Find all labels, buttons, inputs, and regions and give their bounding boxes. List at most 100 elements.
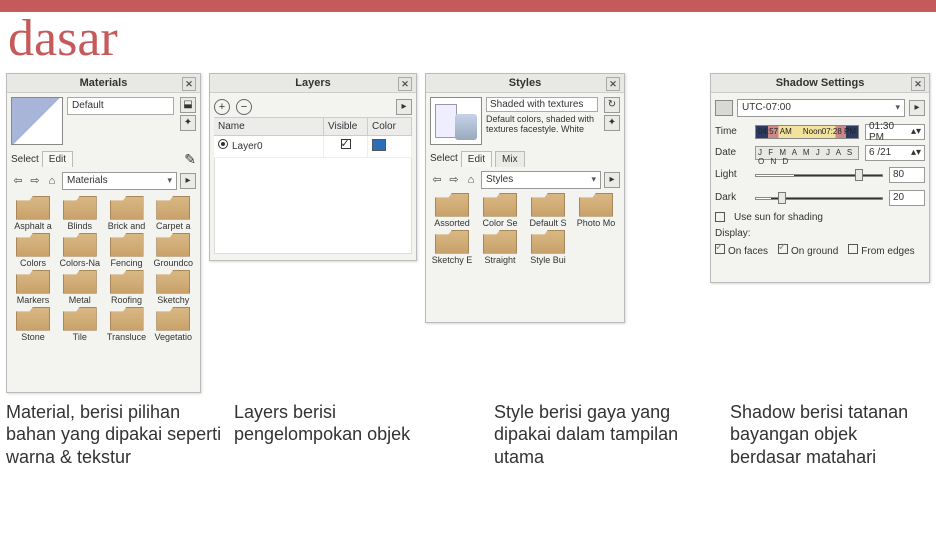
caption-material: Material, berisi pilihan bahan yang dipa…: [6, 401, 226, 469]
add-layer-button[interactable]: +: [214, 99, 230, 115]
caption-layers: Layers berisi pengelompokan objek: [234, 401, 434, 469]
date-slider[interactable]: J F M A M J J A S O N D: [755, 146, 859, 160]
time-value: 01:30 PM: [869, 121, 911, 143]
date-value-field[interactable]: 6 /21▴▾: [865, 145, 925, 161]
style-folder[interactable]: Default S: [526, 193, 570, 228]
style-folder[interactable]: Sketchy E: [430, 230, 474, 265]
material-folder[interactable]: Groundco: [151, 233, 195, 268]
update-style-button[interactable]: ↻: [604, 97, 620, 113]
layers-menu-icon[interactable]: ▸: [396, 99, 412, 115]
on-faces-label: On faces: [728, 246, 768, 257]
col-visible[interactable]: Visible: [324, 118, 368, 135]
create-material-button[interactable]: ✦: [180, 115, 196, 131]
material-folder[interactable]: Sketchy: [151, 270, 195, 305]
material-folder[interactable]: Colors-Na: [58, 233, 102, 268]
home-icon[interactable]: ⌂: [45, 175, 59, 187]
style-folder[interactable]: Color Se: [478, 193, 522, 228]
style-preview[interactable]: [430, 97, 482, 145]
dark-slider[interactable]: [755, 189, 883, 207]
style-name-field[interactable]: Shaded with textures: [486, 97, 598, 113]
materials-library-dropdown[interactable]: Materials: [62, 172, 177, 190]
style-description: Default colors, shaded with textures fac…: [486, 114, 598, 135]
slide-title: dasar: [0, 12, 936, 71]
time-slider[interactable]: 04:57 AM Noon 07:28 PM: [755, 125, 859, 139]
use-sun-checkbox[interactable]: [715, 212, 725, 222]
layer-row[interactable]: Layer0: [214, 136, 412, 158]
from-edges-checkbox[interactable]: [848, 244, 858, 254]
shadow-menu-icon[interactable]: ▸: [909, 100, 925, 116]
remove-layer-button[interactable]: −: [236, 99, 252, 115]
folder-icon: [110, 270, 144, 294]
material-folder[interactable]: Roofing: [105, 270, 149, 305]
close-icon[interactable]: ✕: [182, 77, 196, 91]
material-folder[interactable]: Transluce: [105, 307, 149, 342]
style-folder[interactable]: Assorted: [430, 193, 474, 228]
material-folder[interactable]: Metal: [58, 270, 102, 305]
layers-empty-area: [214, 158, 412, 254]
material-folder[interactable]: Brick and: [105, 196, 149, 231]
material-swatch[interactable]: [11, 97, 63, 145]
on-ground-checkbox[interactable]: [778, 244, 788, 254]
caption-shadow: Shadow berisi tatanan bayangan objek ber…: [730, 401, 930, 469]
close-icon[interactable]: ✕: [911, 77, 925, 91]
material-folder[interactable]: Stone: [11, 307, 55, 342]
time-tick-dusk: 07:28 PM: [822, 127, 856, 136]
light-value-field[interactable]: 80: [889, 167, 925, 183]
material-folder[interactable]: Tile: [58, 307, 102, 342]
eyedropper-icon[interactable]: ✎: [184, 151, 196, 168]
time-label: Time: [715, 126, 749, 137]
material-folder[interactable]: Fencing: [105, 233, 149, 268]
close-icon[interactable]: ✕: [606, 77, 620, 91]
layer-active-radio[interactable]: [218, 139, 228, 149]
slide-top-bar: [0, 0, 936, 12]
col-name[interactable]: Name: [214, 118, 324, 135]
details-menu-icon[interactable]: ▸: [604, 172, 620, 188]
home-icon[interactable]: ⌂: [464, 174, 478, 186]
folder-label: Sketchy E: [430, 255, 474, 265]
styles-library-dropdown[interactable]: Styles: [481, 171, 601, 189]
layers-title-text: Layers: [295, 77, 330, 89]
col-color[interactable]: Color: [368, 118, 412, 135]
folder-icon: [16, 233, 50, 257]
style-folder[interactable]: Straight: [478, 230, 522, 265]
date-value: 6 /21: [869, 147, 891, 158]
pin-button[interactable]: ⬓: [180, 97, 196, 113]
details-menu-icon[interactable]: ▸: [180, 173, 196, 189]
dark-value-field[interactable]: 20: [889, 190, 925, 206]
edit-tab[interactable]: Edit: [461, 151, 492, 167]
select-tab-label: Select: [430, 153, 458, 164]
nav-back-icon[interactable]: ⇦: [11, 174, 25, 187]
style-folder[interactable]: Photo Mo: [574, 193, 618, 228]
edit-tab[interactable]: Edit: [42, 151, 73, 167]
dark-value: 20: [893, 192, 904, 203]
folder-icon: [156, 196, 190, 220]
nav-fwd-icon[interactable]: ⇨: [447, 173, 461, 186]
shadow-panel: Shadow Settings ✕ UTC-07:00 ▸ Time 04:57…: [710, 73, 930, 283]
close-icon[interactable]: ✕: [398, 77, 412, 91]
layer-visible-checkbox[interactable]: [341, 139, 351, 149]
time-value-field[interactable]: 01:30 PM▴▾: [865, 124, 925, 140]
layer-name: Layer0: [232, 141, 263, 152]
material-folder[interactable]: Asphalt a: [11, 196, 55, 231]
folder-icon: [110, 233, 144, 257]
material-folder[interactable]: Carpet a: [151, 196, 195, 231]
nav-back-icon[interactable]: ⇦: [430, 173, 444, 186]
material-folder[interactable]: Markers: [11, 270, 55, 305]
style-folder[interactable]: Style Bui: [526, 230, 570, 265]
material-folder[interactable]: Vegetatio: [151, 307, 195, 342]
create-style-button[interactable]: ✦: [604, 115, 620, 131]
material-folder[interactable]: Blinds: [58, 196, 102, 231]
shadow-toggle-icon[interactable]: [715, 100, 733, 116]
material-name-field[interactable]: Default: [67, 97, 174, 115]
folder-label: Sketchy: [151, 295, 195, 305]
mix-tab[interactable]: Mix: [495, 151, 525, 167]
folder-label: Groundco: [151, 258, 195, 268]
light-slider[interactable]: [755, 166, 883, 184]
layer-color-swatch[interactable]: [372, 139, 386, 151]
dark-label: Dark: [715, 192, 749, 203]
on-faces-checkbox[interactable]: [715, 244, 725, 254]
nav-fwd-icon[interactable]: ⇨: [28, 174, 42, 187]
materials-title-text: Materials: [80, 77, 128, 89]
material-folder[interactable]: Colors: [11, 233, 55, 268]
timezone-dropdown[interactable]: UTC-07:00: [737, 99, 905, 117]
